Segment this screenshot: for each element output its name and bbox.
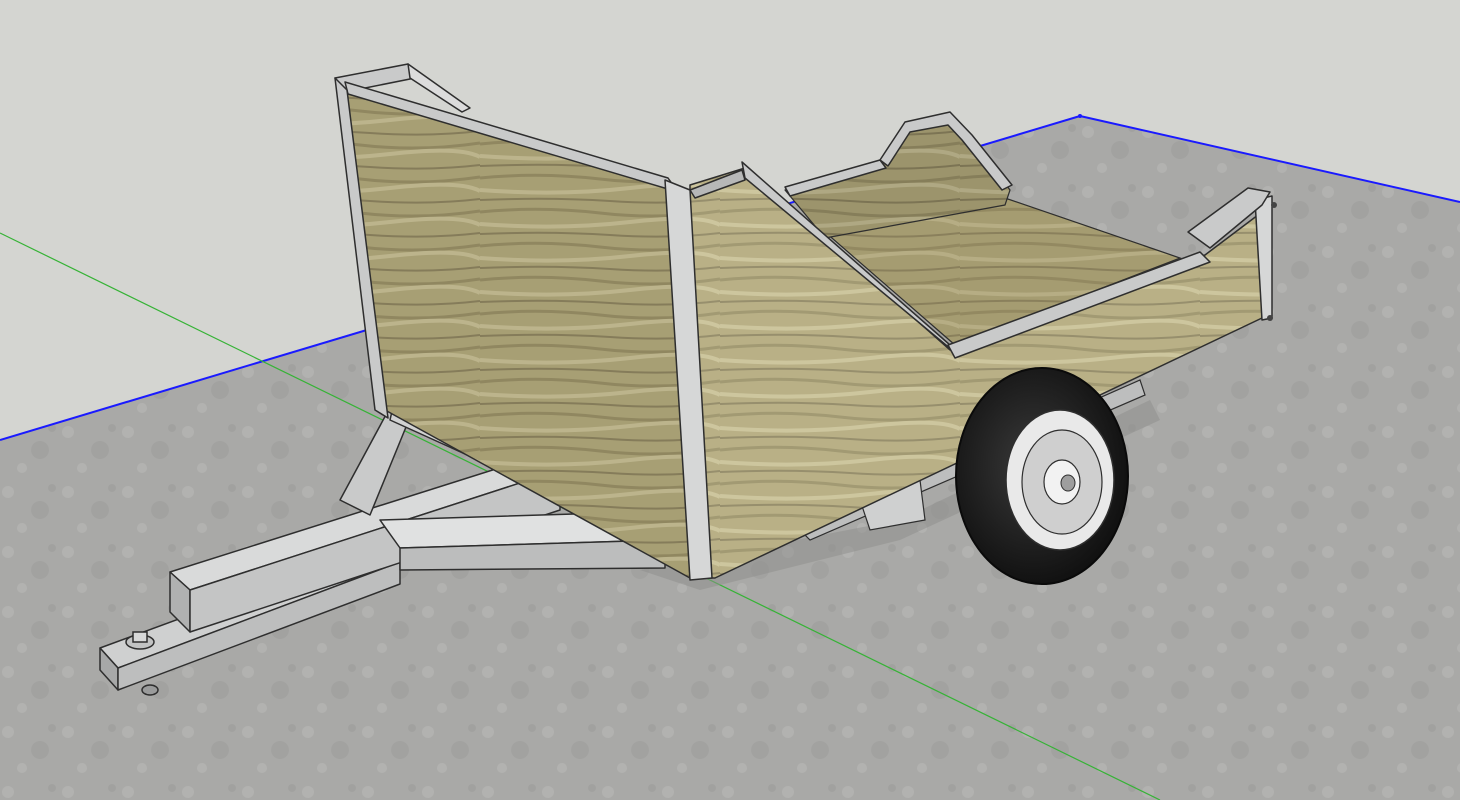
scene-canvas[interactable] [0, 0, 1460, 800]
axis-icon [1078, 114, 1082, 118]
sketchup-3d-viewport[interactable] [0, 0, 1460, 800]
wheel-icon[interactable] [955, 367, 1129, 585]
